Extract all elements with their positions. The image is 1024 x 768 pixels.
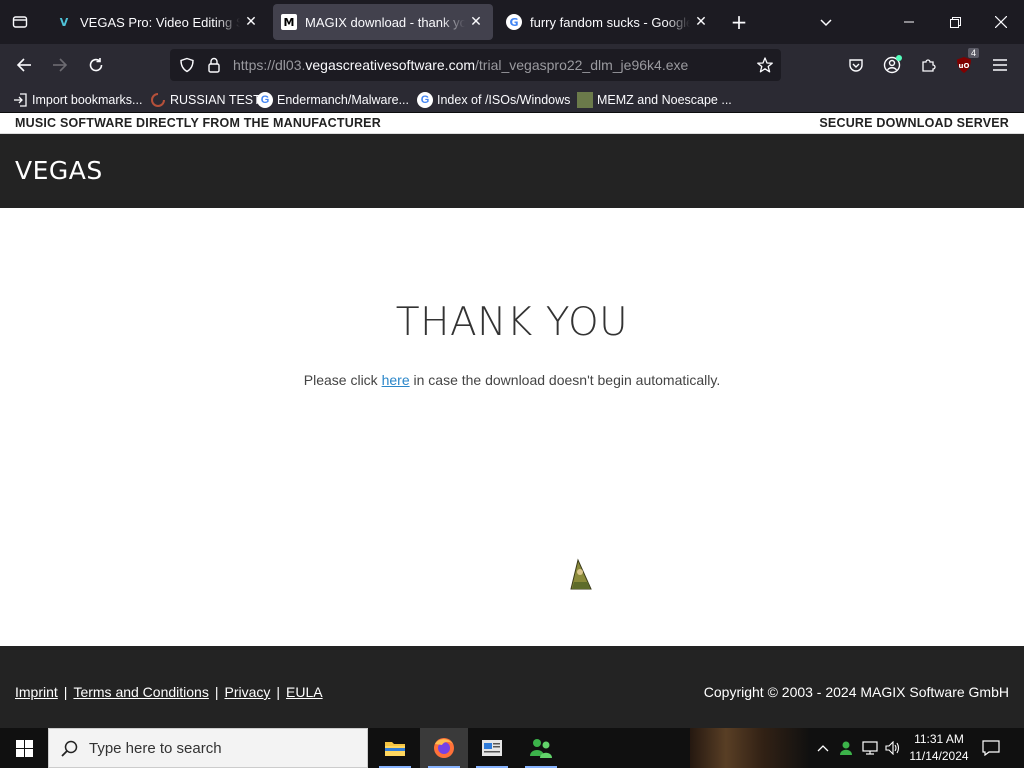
tab-vegas-pro[interactable]: V VEGAS Pro: Video Editing Software ✕ bbox=[48, 4, 268, 40]
memz-favicon bbox=[577, 92, 593, 108]
page-heading: THANK YOU bbox=[395, 300, 629, 345]
top-info-strip: MUSIC SOFTWARE DIRECTLY FROM THE MANUFAC… bbox=[0, 113, 1024, 134]
taskbar-search-box[interactable]: Type here to search bbox=[48, 728, 368, 768]
news-app-icon[interactable] bbox=[468, 728, 516, 768]
extensions-puzzle-icon[interactable] bbox=[916, 53, 940, 77]
url-domain: vegascreativesoftware.com bbox=[305, 57, 476, 73]
google-favicon: G bbox=[506, 14, 522, 30]
vegas-logo[interactable]: VEGAS bbox=[15, 156, 103, 185]
messenger-app-icon[interactable] bbox=[517, 728, 565, 768]
bookmark-label: Index of /ISOs/Windows bbox=[437, 93, 571, 107]
bookmark-star-icon[interactable] bbox=[753, 53, 777, 77]
tab-magix-download[interactable]: M MAGIX download - thank you ✕ bbox=[273, 4, 493, 40]
search-icon bbox=[61, 740, 79, 762]
tagline-left: MUSIC SOFTWARE DIRECTLY FROM THE MANUFAC… bbox=[15, 116, 381, 130]
russian-test-favicon bbox=[150, 92, 166, 108]
magix-favicon: M bbox=[281, 14, 297, 30]
taskbar-clock[interactable]: 11:31 AM 11/14/2024 bbox=[905, 731, 973, 765]
footer-separator: | bbox=[63, 684, 68, 700]
footer-separator: | bbox=[214, 684, 219, 700]
menu-hamburger-icon[interactable] bbox=[988, 53, 1012, 77]
site-header: VEGAS bbox=[0, 134, 1024, 208]
bookmark-russian-test[interactable]: RUSSIAN TEST bbox=[150, 90, 261, 110]
privacy-link[interactable]: Privacy bbox=[224, 684, 270, 700]
address-bar[interactable]: https://dl03.vegascreativesoftware.com/t… bbox=[170, 49, 781, 81]
bookmark-endermanch-malware[interactable]: G Endermanch/Malware... bbox=[257, 90, 409, 110]
reload-icon[interactable] bbox=[84, 53, 108, 77]
desktop-wallpaper-peek bbox=[690, 728, 810, 768]
url-text[interactable]: https://dl03.vegascreativesoftware.com/t… bbox=[233, 57, 688, 73]
forward-arrow-icon[interactable] bbox=[48, 53, 72, 77]
windows-start-icon[interactable] bbox=[0, 728, 48, 768]
bookmark-import[interactable]: Import bookmarks... bbox=[12, 90, 142, 110]
account-notification-dot bbox=[896, 55, 902, 61]
minimize-icon[interactable] bbox=[886, 0, 932, 44]
cursor-sprite-icon bbox=[568, 558, 594, 592]
notifications-icon[interactable] bbox=[981, 738, 1001, 758]
google-favicon: G bbox=[417, 92, 433, 108]
bookmark-label: RUSSIAN TEST bbox=[170, 93, 261, 107]
close-tab-icon[interactable]: ✕ bbox=[242, 13, 260, 31]
new-tab-icon[interactable]: + bbox=[727, 10, 751, 34]
restore-icon[interactable] bbox=[932, 0, 978, 44]
copyright-text: Copyright © 2003 - 2024 MAGIX Software G… bbox=[703, 684, 1009, 700]
url-path: /trial_vegaspro22_dlm_je96k4.exe bbox=[475, 57, 689, 73]
close-window-icon[interactable] bbox=[978, 0, 1024, 44]
eula-link[interactable]: EULA bbox=[286, 684, 323, 700]
clock-date: 11/14/2024 bbox=[909, 749, 969, 763]
ublock-origin-icon[interactable]: uO 4 bbox=[952, 48, 979, 77]
google-favicon: G bbox=[257, 92, 273, 108]
volume-icon[interactable] bbox=[883, 738, 903, 758]
tab-title: MAGIX download - thank you bbox=[305, 14, 465, 30]
vegas-favicon: V bbox=[59, 15, 69, 29]
tab-bar: V VEGAS Pro: Video Editing Software ✕ M … bbox=[0, 0, 1024, 44]
bookmark-label: Import bookmarks... bbox=[32, 93, 143, 107]
close-tab-icon[interactable]: ✕ bbox=[692, 13, 710, 31]
navigation-toolbar: https://dl03.vegascreativesoftware.com/t… bbox=[0, 44, 1024, 86]
extension-badge: 4 bbox=[967, 48, 979, 58]
firefox-icon[interactable] bbox=[420, 728, 468, 768]
tab-list-chevron-icon[interactable] bbox=[814, 10, 838, 34]
imprint-link[interactable]: Imprint bbox=[15, 684, 58, 700]
tab-google-search[interactable]: G furry fandom sucks - Google Search ✕ bbox=[498, 4, 718, 40]
tab-title: VEGAS Pro: Video Editing Software bbox=[80, 14, 240, 30]
import-icon bbox=[12, 92, 28, 108]
bookmarks-toolbar: Import bookmarks... RUSSIAN TEST G Ender… bbox=[0, 86, 1024, 113]
bookmark-label: MEMZ and Noescape ... bbox=[597, 93, 732, 107]
account-icon[interactable] bbox=[880, 53, 904, 77]
pocket-icon[interactable] bbox=[844, 53, 868, 77]
back-arrow-icon[interactable] bbox=[12, 53, 36, 77]
bookmark-index-of-isos[interactable]: G Index of /ISOs/Windows bbox=[417, 90, 570, 110]
taskbar: Type here to search 11:31 AM 11/14/2024 bbox=[0, 728, 1024, 768]
list-all-tabs-icon[interactable] bbox=[8, 10, 32, 34]
search-placeholder: Type here to search bbox=[89, 740, 222, 757]
messenger-tray-icon[interactable] bbox=[836, 738, 856, 758]
bookmark-label: Endermanch/Malware... bbox=[277, 93, 410, 107]
network-icon[interactable] bbox=[860, 738, 880, 758]
bookmark-memz-noescape[interactable]: MEMZ and Noescape ... bbox=[577, 90, 732, 110]
clock-time: 11:31 AM bbox=[914, 732, 964, 746]
footer-links: Imprint | Terms and Conditions | Privacy | EUL… bbox=[15, 684, 323, 700]
instructions-text-after: in case the download doesn't begin autom… bbox=[409, 372, 721, 388]
show-hidden-icons-chevron-icon[interactable] bbox=[813, 738, 833, 758]
tracking-protection-shield-icon[interactable] bbox=[175, 53, 199, 77]
svg-text:uO: uO bbox=[959, 62, 970, 70]
download-instructions: Please click here in case the download d… bbox=[0, 372, 1024, 388]
download-here-link[interactable]: here bbox=[382, 372, 410, 388]
file-explorer-icon[interactable] bbox=[371, 728, 419, 768]
url-prefix: https://dl03. bbox=[233, 57, 306, 73]
instructions-text-before: Please click bbox=[303, 372, 382, 388]
footer-separator: | bbox=[276, 684, 281, 700]
close-tab-icon[interactable]: ✕ bbox=[467, 13, 485, 31]
terms-link[interactable]: Terms and Conditions bbox=[73, 684, 208, 700]
tagline-right: SECURE DOWNLOAD SERVER bbox=[819, 116, 1009, 130]
site-footer: Imprint | Terms and Conditions | Privacy | EUL… bbox=[0, 646, 1024, 728]
tab-title: furry fandom sucks - Google Search bbox=[530, 14, 690, 30]
lock-icon[interactable] bbox=[202, 53, 226, 77]
